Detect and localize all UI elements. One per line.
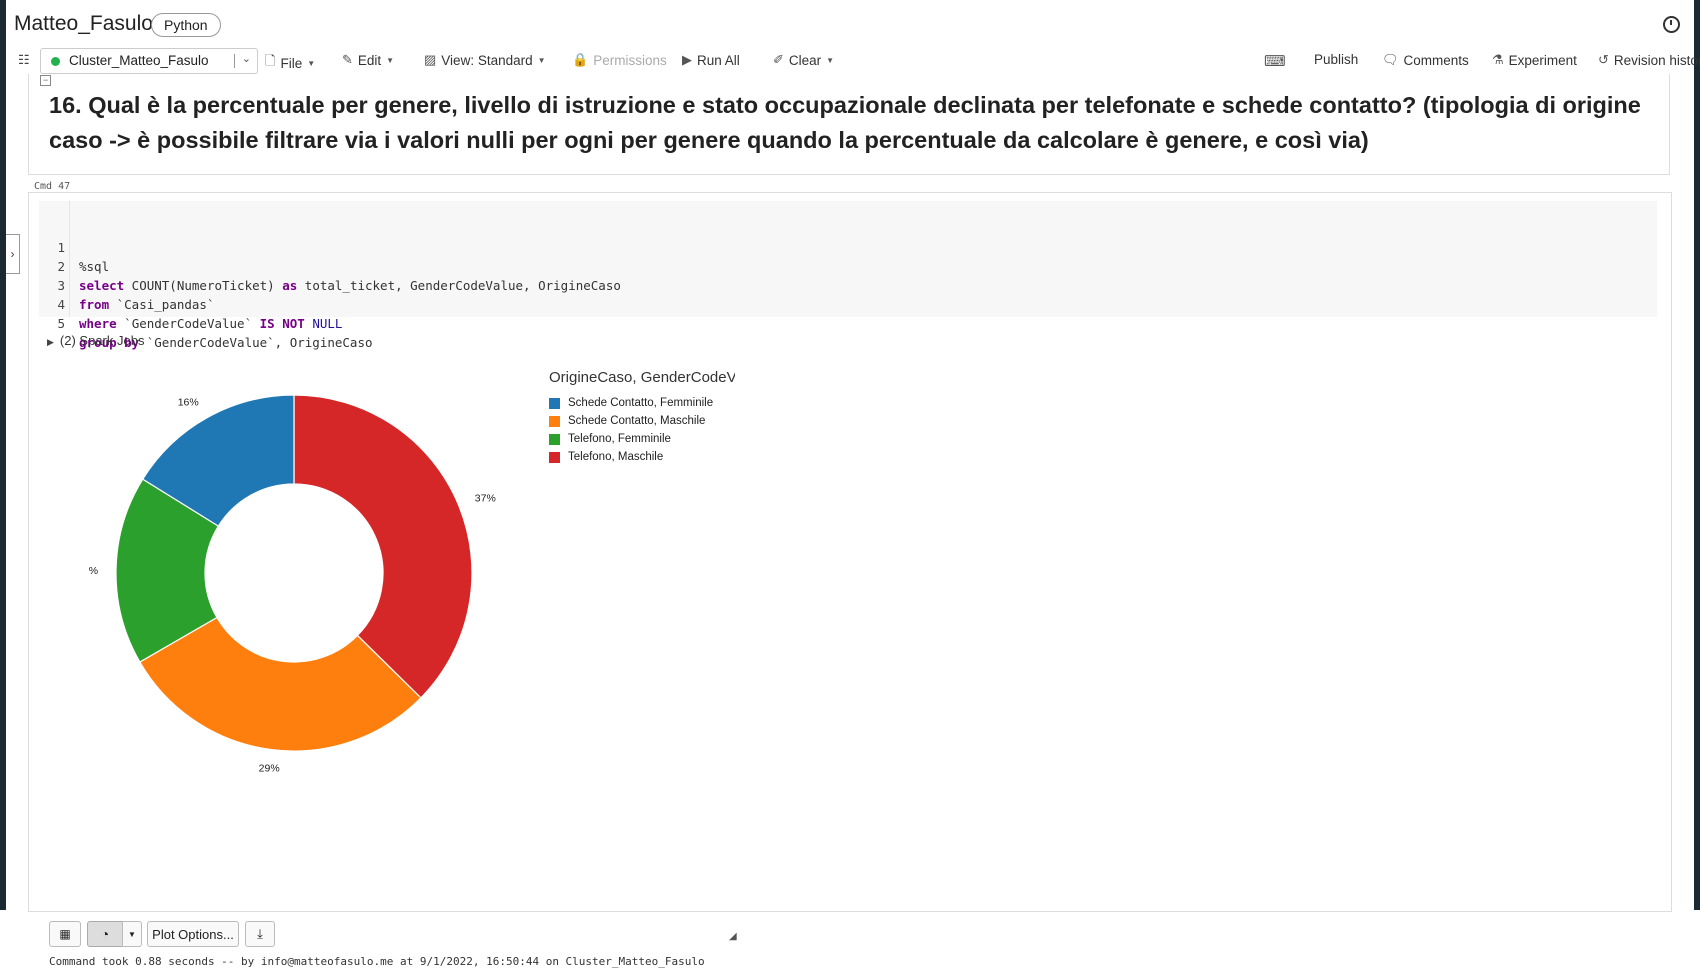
right-edge-bar — [1694, 0, 1700, 910]
file-menu[interactable]: 🗋 File ▼ — [265, 52, 315, 74]
permissions-button[interactable]: 🔒 Permissions — [572, 52, 667, 68]
cluster-tree-icon: ☷ — [18, 52, 30, 67]
command-status-text: Command took 0.88 seconds -- by info@mat… — [49, 955, 705, 968]
play-circle-icon: ▶ — [682, 52, 692, 67]
publish-label: Publish — [1314, 52, 1359, 67]
file-menu-label: File — [280, 55, 303, 71]
eraser-icon: ✐ — [773, 52, 784, 67]
legend-label: Schede Contatto, Femminile — [568, 397, 714, 409]
clear-menu[interactable]: ✐ Clear ▼ — [773, 52, 834, 68]
permissions-label: Permissions — [593, 52, 667, 68]
cluster-selector[interactable]: Cluster_Matteo_Fasulo ⌄ — [40, 48, 258, 74]
spark-jobs-toggle[interactable]: ▶ (2) Spark Jobs — [47, 333, 144, 348]
legend-label: Schede Contatto, Maschile — [568, 415, 706, 427]
comments-icon: 🗨 — [1382, 52, 1399, 67]
publish-button[interactable]: Publish — [1314, 52, 1358, 67]
slice-percent-label: 16% — [178, 397, 199, 409]
keyboard-shortcuts-button[interactable]: ⌨ — [1264, 52, 1286, 70]
legend-item[interactable]: Telefono, Maschile — [549, 448, 735, 466]
pie-slice[interactable] — [293, 394, 473, 699]
donut-chart: 37% 29% 17% 16% — [89, 394, 496, 774]
run-all-button[interactable]: ▶ Run All — [682, 52, 740, 68]
caret-down-icon: ▼ — [537, 55, 546, 65]
code-text: select COUNT(NumeroTicket) as total_tick… — [79, 278, 621, 293]
language-badge[interactable]: Python — [151, 13, 221, 37]
plot-options-button[interactable]: Plot Options... — [147, 921, 239, 947]
legend-swatch — [549, 397, 560, 409]
notebook-title[interactable]: Matteo_Fasulo — [14, 12, 153, 36]
code-line: 3 from `Casi_pandas` — [39, 257, 214, 312]
file-icon: 🗋 — [265, 53, 276, 68]
run-all-label: Run All — [697, 52, 740, 68]
code-text: where `GenderCodeValue` IS NOT NULL — [79, 316, 343, 331]
code-editor[interactable]: 1 %sql 2 select COUNT(NumeroTicket) as t… — [39, 201, 1657, 350]
clear-menu-label: Clear — [788, 52, 822, 68]
caret-right-icon: ▶ — [47, 337, 54, 347]
table-view-button[interactable]: ▦ — [49, 921, 81, 947]
history-icon: ↺ — [1598, 52, 1609, 67]
lock-icon: 🔒 — [572, 52, 589, 67]
comments-label: Comments — [1403, 52, 1469, 68]
markdown-heading: 16. Qual è la percentuale per genere, li… — [49, 92, 1641, 153]
experiment-button[interactable]: ⚗ Experiment — [1492, 52, 1577, 68]
legend-swatch — [549, 433, 560, 445]
legend-item[interactable]: Schede Contatto, Femminile — [549, 394, 735, 412]
spark-jobs-label: (2) Spark Jobs — [59, 333, 145, 348]
notebook-header: Matteo_Fasulo Python ☷ Cluster_Matteo_Fa… — [6, 0, 1700, 75]
notebook-toolbar: ☷ Cluster_Matteo_Fasulo ⌄ 🗋 File ▼ ✎ Edi… — [6, 48, 1700, 74]
cluster-status-dot — [51, 57, 60, 66]
code-line: 4 where `GenderCodeValue` IS NOT NULL — [39, 276, 342, 331]
legend-label: Telefono, Maschile — [568, 451, 664, 463]
table-icon: ▦ — [59, 927, 71, 941]
view-menu[interactable]: ▨ View: Standard ▼ — [424, 52, 546, 68]
line-number: 5 — [57, 316, 65, 331]
legend-title: OrigineCaso, GenderCodeVa — [549, 369, 735, 386]
clock-icon[interactable] — [1663, 16, 1680, 33]
slice-percent-label: 17% — [89, 565, 98, 577]
legend-label: Telefono, Femminile — [568, 433, 671, 445]
legend-item[interactable]: Telefono, Femminile — [549, 430, 735, 448]
code-cell[interactable]: 1 %sql 2 select COUNT(NumeroTicket) as t… — [28, 192, 1672, 968]
keyboard-icon: ⌨ — [1264, 53, 1286, 70]
cluster-name: Cluster_Matteo_Fasulo — [69, 53, 209, 68]
edit-icon: ✎ — [342, 52, 353, 67]
collapse-cell-icon[interactable]: − — [40, 75, 51, 86]
caret-down-icon: ▼ — [307, 58, 316, 68]
legend-item[interactable]: Schede Contatto, Maschile — [549, 412, 735, 430]
chevron-down-icon[interactable]: ⌄ — [242, 52, 251, 65]
cmd-label: Cmd 47 — [34, 181, 71, 192]
edit-menu[interactable]: ✎ Edit ▼ — [342, 52, 394, 68]
plot-options-label: Plot Options... — [152, 926, 234, 942]
download-button[interactable]: ⤓ — [245, 921, 275, 947]
revision-history-label: Revision histor — [1613, 52, 1700, 68]
resize-handle-icon[interactable]: ◢ — [729, 931, 737, 942]
pie-chart-icon: ◔ — [100, 926, 110, 942]
chart-legend: OrigineCaso, GenderCodeVa Schede Contatt… — [549, 369, 735, 466]
code-line: 2 select COUNT(NumeroTicket) as total_ti… — [39, 238, 620, 293]
chart-type-dropdown[interactable]: ▼ — [122, 921, 142, 947]
legend-swatch — [549, 451, 560, 463]
download-icon: ⤓ — [257, 926, 263, 941]
sidebar-expand-handle[interactable]: › — [6, 234, 20, 274]
view-menu-label: View: Standard — [441, 52, 533, 68]
chart-view-button[interactable]: ◔ — [87, 921, 123, 947]
comments-button[interactable]: 🗨 Comments — [1382, 52, 1469, 68]
code-line: 5 group by `GenderCodeValue`, OrigineCas… — [39, 295, 372, 350]
caret-down-icon: ▼ — [386, 55, 395, 65]
image-icon: ▨ — [424, 52, 437, 67]
notebook-body: › − 16. Qual è la percentuale per genere… — [6, 74, 1694, 968]
caret-down-icon: ▼ — [826, 55, 835, 65]
code-line: 1 %sql — [39, 219, 114, 274]
edit-menu-label: Edit — [357, 52, 382, 68]
slice-percent-label: 29% — [259, 762, 280, 774]
experiment-label: Experiment — [1508, 52, 1577, 68]
flask-icon: ⚗ — [1492, 52, 1504, 67]
cluster-divider — [234, 54, 235, 68]
revision-history-button[interactable]: ↺ Revision histor — [1598, 52, 1700, 68]
slice-percent-label: 37% — [475, 492, 496, 504]
legend-swatch — [549, 415, 560, 427]
markdown-cell[interactable]: − 16. Qual è la percentuale per genere, … — [28, 74, 1670, 175]
caret-down-icon: ▼ — [128, 929, 136, 939]
